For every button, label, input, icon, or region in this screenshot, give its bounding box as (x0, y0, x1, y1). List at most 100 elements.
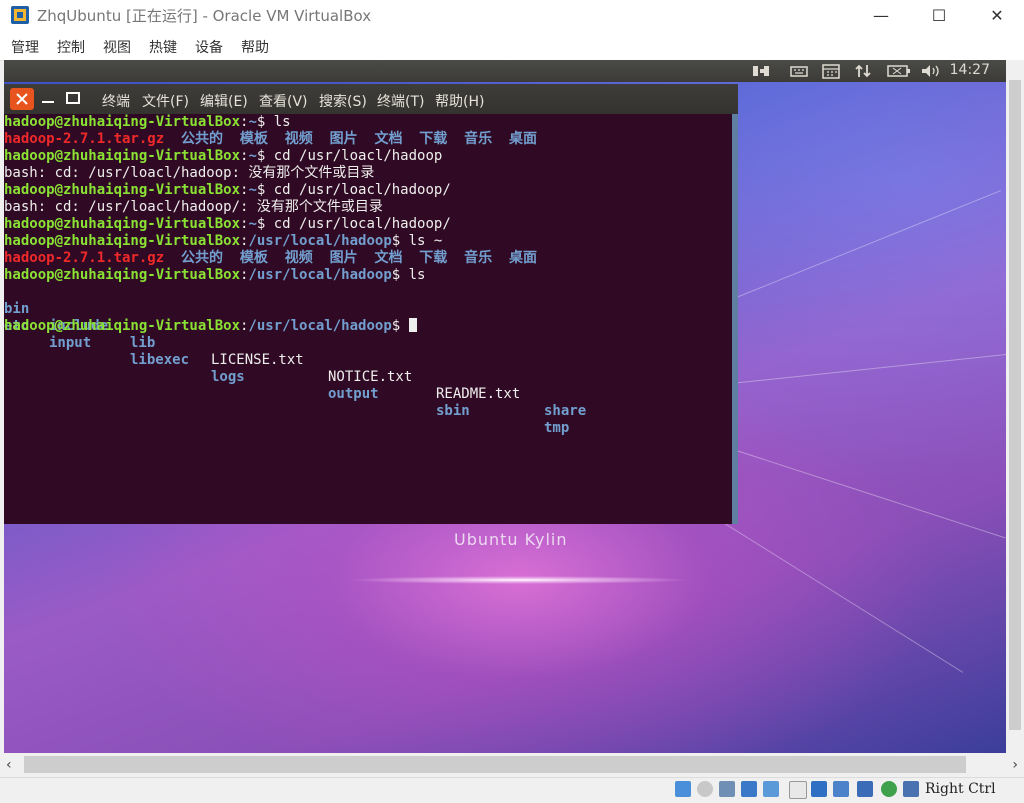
vertical-scrollbar[interactable] (1006, 60, 1024, 753)
prompt-user: hadoop@zhuhaiqing-VirtualBox (4, 114, 241, 130)
terminal-line: hadoop-2.7.1.tar.gz 公共的 模板 视频 图片 文档 下载 音… (4, 131, 537, 148)
menu-view[interactable]: 视图 (103, 37, 131, 57)
terminal-titlebar: 终端 文件(F) 编辑(E) 查看(V) 搜索(S) 终端(T) 帮助(H) (4, 84, 738, 114)
terminal-menu-terminal[interactable]: 终端(T) (377, 91, 424, 111)
close-icon (16, 93, 28, 105)
dir-entry: libexec (130, 352, 190, 368)
vertical-scrollbar-thumb[interactable] (1009, 80, 1021, 730)
terminal-maximize-button[interactable] (66, 92, 80, 104)
menu-hotkeys[interactable]: 热键 (149, 37, 177, 57)
dir-entry: logs (211, 369, 245, 385)
host-key-label: Right Ctrl (925, 781, 996, 797)
dir-entry: tmp (544, 420, 570, 436)
terminal-line: hadoop@zhuhaiqing-VirtualBox:/usr/local/… (4, 233, 443, 249)
dir-entry: input (49, 335, 92, 351)
terminal-menu-title: 终端 (102, 94, 130, 110)
prompt-path: /usr/local/hadoop (248, 233, 392, 249)
terminal-window[interactable]: 终端 文件(F) 编辑(E) 查看(V) 搜索(S) 终端(T) 帮助(H) h… (4, 84, 738, 524)
prompt-path: ~ (248, 114, 257, 130)
terminal-close-button[interactable] (10, 88, 34, 110)
menu-help[interactable]: 帮助 (241, 37, 269, 57)
window-titlebar: ZhqUbuntu [正在运行] - Oracle VM VirtualBox … (0, 0, 1024, 30)
terminal-line: hadoop@zhuhaiqing-VirtualBox:~$ cd /usr/… (4, 216, 451, 232)
keyboard-icon[interactable] (788, 63, 810, 79)
horizontal-scrollbar-thumb[interactable] (24, 756, 966, 773)
terminal-minimize-button[interactable] (42, 101, 54, 103)
command: $ cd /usr/loacl/hadoop (256, 148, 443, 164)
video-capture-icon[interactable] (833, 781, 849, 797)
error-output: bash: cd: /usr/loacl/hadoop/: 没有那个文件或目录 (4, 199, 383, 215)
menu-manage[interactable]: 管理 (11, 37, 39, 57)
terminal-menu-search[interactable]: 搜索(S) (319, 91, 367, 111)
window-title: ZhqUbuntu [正在运行] - Oracle VM VirtualBox (37, 7, 372, 25)
shared-folders-icon[interactable] (789, 781, 807, 799)
command: $ ls (256, 114, 291, 130)
ls-output-row: etc input libexec logs output sbin tmp (4, 301, 732, 436)
dir-entry: sbin (436, 403, 470, 419)
horizontal-scrollbar[interactable]: ‹ › (0, 753, 1024, 777)
wallpaper-ray (704, 190, 1002, 311)
virtualbox-icon (11, 6, 29, 24)
terminal-output[interactable]: hadoop@zhuhaiqing-VirtualBox:~$ ls hadoo… (4, 114, 732, 524)
dir-entry: lib (130, 335, 156, 351)
file-entry: README.txt (436, 386, 521, 402)
terminal-line: hadoop-2.7.1.tar.gz 公共的 模板 视频 图片 文档 下载 音… (4, 250, 537, 267)
minimize-button[interactable]: — (852, 0, 910, 30)
prompt-user: hadoop@zhuhaiqing-VirtualBox (4, 233, 241, 249)
network-adapter-icon[interactable] (741, 781, 757, 797)
prompt-path: ~ (248, 216, 257, 232)
terminal-menu-help[interactable]: 帮助(H) (435, 91, 484, 111)
display-icon[interactable] (811, 781, 827, 797)
cpu-icon[interactable] (857, 781, 873, 797)
mouse-integration-icon[interactable] (903, 781, 919, 797)
vm-statusbar: Right Ctrl (0, 777, 1024, 803)
prompt-user: hadoop@zhuhaiqing-VirtualBox (4, 318, 241, 334)
home-dirs: 公共的 模板 视频 图片 文档 下载 音乐 桌面 (181, 250, 538, 266)
menu-devices[interactable]: 设备 (195, 37, 223, 57)
error-output: bash: cd: /usr/loacl/hadoop: 没有那个文件或目录 (4, 165, 375, 181)
archive-file: hadoop-2.7.1.tar.gz (4, 250, 165, 266)
usb-icon[interactable] (763, 781, 779, 797)
clock[interactable]: 14:27 (950, 62, 990, 78)
volume-icon[interactable] (920, 63, 942, 79)
archive-file: hadoop-2.7.1.tar.gz (4, 131, 165, 147)
command: $ ls (391, 267, 426, 283)
guest-display[interactable]: 14:27 Ubuntu Kylin 终端 文件(F) 编辑(E) 查看(V) … (4, 60, 1006, 753)
menu-control[interactable]: 控制 (57, 37, 85, 57)
prompt-user: hadoop@zhuhaiqing-VirtualBox (4, 216, 241, 232)
command: $ ls ~ (391, 233, 443, 249)
command: $ cd /usr/loacl/hadoop/ (256, 182, 451, 198)
terminal-line: hadoop@zhuhaiqing-VirtualBox:/usr/local/… (4, 267, 426, 283)
command: $ cd /usr/local/hadoop/ (256, 216, 451, 232)
prompt-path: /usr/local/hadoop (248, 267, 392, 283)
terminal-line: hadoop@zhuhaiqing-VirtualBox:~$ cd /usr/… (4, 148, 443, 164)
ls-output-row: bin include lib LICENSE.txt NOTICE.txt R… (4, 284, 732, 419)
network-icon[interactable] (750, 63, 772, 79)
terminal-line: hadoop@zhuhaiqing-VirtualBox:~$ ls (4, 114, 291, 130)
audio-icon[interactable] (719, 781, 735, 797)
command: $ (391, 318, 409, 334)
terminal-scrollbar[interactable] (732, 114, 738, 524)
maximize-button[interactable]: ☐ (910, 0, 968, 30)
scroll-right-icon[interactable]: › (1012, 757, 1018, 773)
calendar-icon[interactable] (820, 63, 842, 79)
transfer-icon[interactable] (852, 63, 874, 79)
menubar: 管理 控制 视图 热键 设备 帮助 (0, 30, 1024, 61)
optical-drive-icon[interactable] (697, 781, 713, 797)
close-button[interactable]: ✕ (968, 0, 1024, 30)
home-dirs: 公共的 模板 视频 图片 文档 下载 音乐 桌面 (181, 131, 538, 147)
guest-additions-icon[interactable] (881, 781, 897, 797)
file-entry: LICENSE.txt (211, 352, 304, 368)
terminal-menu-view[interactable]: 查看(V) (259, 91, 308, 111)
prompt-user: hadoop@zhuhaiqing-VirtualBox (4, 182, 241, 198)
terminal-current-prompt[interactable]: hadoop@zhuhaiqing-VirtualBox:/usr/local/… (4, 318, 417, 335)
dir-entry: output (328, 386, 379, 402)
terminal-menu-edit[interactable]: 编辑(E) (200, 91, 248, 111)
hard-disk-icon[interactable] (675, 781, 691, 797)
terminal-menu-file[interactable]: 文件(F) (142, 91, 189, 111)
battery-icon[interactable] (886, 63, 912, 79)
desktop-label: Ubuntu Kylin (454, 530, 568, 549)
terminal-line: hadoop@zhuhaiqing-VirtualBox:~$ cd /usr/… (4, 182, 451, 198)
text-cursor (408, 318, 417, 332)
scroll-left-icon[interactable]: ‹ (6, 757, 12, 773)
